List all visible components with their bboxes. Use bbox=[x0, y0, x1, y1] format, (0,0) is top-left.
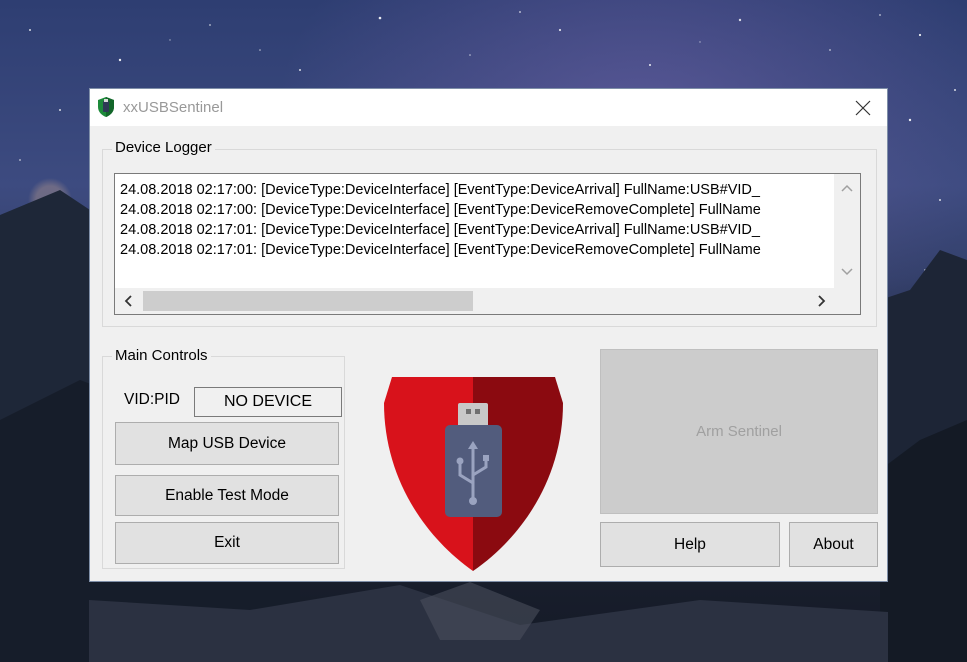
chevron-left-icon[interactable] bbox=[124, 295, 132, 307]
enable-test-mode-button[interactable]: Enable Test Mode bbox=[115, 475, 339, 516]
help-button[interactable]: Help bbox=[600, 522, 780, 567]
about-button[interactable]: About bbox=[789, 522, 878, 567]
main-controls-label: Main Controls bbox=[112, 347, 211, 364]
chevron-right-icon[interactable] bbox=[818, 295, 826, 307]
vid-pid-label: VID:PID bbox=[124, 391, 180, 408]
horizontal-scrollbar[interactable] bbox=[115, 288, 860, 314]
shield-usb-icon bbox=[98, 97, 114, 117]
vid-pid-field: NO DEVICE bbox=[194, 387, 342, 417]
window-title: xxUSBSentinel bbox=[123, 99, 224, 116]
log-line[interactable]: 24.08.2018 02:17:01: [DeviceType:DeviceI… bbox=[120, 240, 833, 260]
log-line[interactable]: 24.08.2018 02:17:00: [DeviceType:DeviceI… bbox=[120, 200, 833, 220]
arm-sentinel-button[interactable]: Arm Sentinel bbox=[600, 349, 878, 514]
device-log-listbox[interactable]: 24.08.2018 02:17:00: [DeviceType:DeviceI… bbox=[114, 173, 861, 315]
close-button[interactable] bbox=[839, 89, 887, 126]
horizontal-scroll-thumb[interactable] bbox=[143, 291, 473, 311]
map-usb-device-button[interactable]: Map USB Device bbox=[115, 422, 339, 465]
chevron-down-icon[interactable] bbox=[841, 268, 853, 276]
vertical-scrollbar[interactable] bbox=[834, 174, 860, 289]
usb-shield-logo bbox=[384, 377, 563, 571]
chevron-up-icon[interactable] bbox=[841, 184, 853, 192]
log-lines: 24.08.2018 02:17:00: [DeviceType:DeviceI… bbox=[120, 180, 833, 260]
app-window: xxUSBSentinel Device Logger 24.08.2018 0… bbox=[89, 88, 888, 582]
title-bar: xxUSBSentinel bbox=[90, 89, 887, 126]
device-logger-label: Device Logger bbox=[112, 139, 215, 156]
exit-button[interactable]: Exit bbox=[115, 522, 339, 564]
log-line[interactable]: 24.08.2018 02:17:00: [DeviceType:DeviceI… bbox=[120, 180, 833, 200]
log-line[interactable]: 24.08.2018 02:17:01: [DeviceType:DeviceI… bbox=[120, 220, 833, 240]
close-icon bbox=[855, 100, 871, 115]
